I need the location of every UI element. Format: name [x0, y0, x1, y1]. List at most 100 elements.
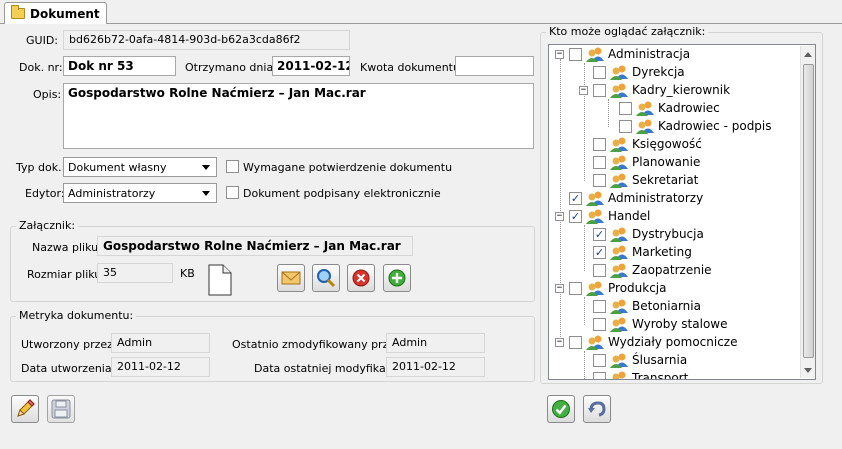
tree-node-produkcja[interactable]: − Produkcja — [555, 279, 667, 297]
tree-checkbox[interactable] — [593, 173, 606, 187]
tree-node-betoniarnia[interactable]: Betoniarnia — [593, 297, 701, 315]
tree-node-administracja[interactable]: − Administracja — [555, 45, 690, 63]
utworzony-value: Admin — [111, 333, 210, 353]
tree-checkbox[interactable] — [593, 65, 606, 79]
collapse-icon[interactable]: − — [555, 49, 564, 59]
nazwa-value: Gospodarstwo Rolne Naćmierz – Jan Mac.ra… — [97, 236, 413, 256]
typ-select[interactable]: Dokument własny — [63, 157, 217, 177]
podpisany-checkbox[interactable] — [226, 186, 239, 199]
tree-node-ksiegowosc[interactable]: Księgowość — [593, 135, 702, 153]
tree-checkbox[interactable]: ✓ — [569, 191, 582, 205]
tree-checkbox[interactable] — [593, 263, 606, 277]
tree-connector — [584, 297, 585, 325]
tree-checkbox[interactable] — [593, 137, 606, 151]
wymagane-label: Wymagane potwierdzenie dokumentu — [243, 161, 453, 174]
tree-checkbox[interactable] — [569, 47, 582, 61]
tab-divider — [0, 23, 842, 24]
tree-node-sekretariat[interactable]: Sekretariat — [593, 171, 698, 189]
magnifier-icon — [317, 269, 336, 288]
scroll-down-icon[interactable] — [804, 368, 812, 373]
tree-checkbox[interactable] — [593, 317, 606, 331]
tree-node-slusarnia[interactable]: Ślusarnia — [593, 351, 687, 369]
collapse-icon[interactable]: − — [555, 337, 564, 347]
tree-checkbox[interactable] — [593, 371, 606, 379]
tree-node-kadry-kierownik[interactable]: − Kadry_kierownik — [579, 81, 730, 99]
undo-button[interactable] — [583, 395, 611, 423]
tree-node-dyrekcja[interactable]: Dyrekcja — [593, 63, 685, 81]
tree-node-planowanie[interactable]: Planowanie — [593, 153, 700, 171]
check-icon — [552, 400, 570, 418]
floppy-icon — [51, 399, 71, 419]
data-mod-value: 2011-02-12 — [386, 357, 485, 377]
tree-node-label: Planowanie — [632, 155, 701, 169]
save-button[interactable] — [47, 395, 75, 423]
tree-node-label: Transport — [632, 371, 689, 380]
plus-icon — [388, 269, 406, 287]
user-group-icon — [610, 299, 628, 314]
confirm-button[interactable] — [547, 395, 575, 423]
user-group-icon — [612, 371, 626, 379]
tree-checkbox[interactable] — [619, 119, 632, 133]
tree-checkbox[interactable]: ✓ — [569, 209, 582, 223]
otrzymano-label: Otrzymano dnia: — [185, 61, 277, 74]
tree-checkbox[interactable] — [593, 353, 606, 367]
tree-checkbox[interactable]: ✓ — [593, 245, 606, 259]
tree-node-label: Betoniarnia — [632, 299, 701, 313]
tree-node-kadrowiec-podpis[interactable]: Kadrowiec - podpis — [619, 117, 772, 135]
tree-node-label: Księgowość — [632, 137, 702, 151]
collapse-icon[interactable]: − — [555, 283, 564, 293]
user-group-icon — [586, 47, 604, 62]
collapse-icon[interactable]: − — [555, 211, 564, 221]
user-group-icon — [610, 137, 628, 152]
collapse-icon[interactable]: − — [579, 85, 588, 95]
tree-node-administratorzy[interactable]: ✓ Administratorzy — [569, 189, 703, 207]
tree-node-label: Marketing — [632, 245, 692, 259]
tree-checkbox[interactable] — [569, 335, 582, 349]
permissions-tree[interactable]: − Administracja Dyrekcja − Kadry_kierown… — [548, 44, 816, 380]
otrzymano-field[interactable]: 2011-02-12 — [272, 56, 350, 76]
edytor-select[interactable]: Administratorzy — [63, 183, 217, 203]
tree-node-wyroby-stalowe[interactable]: Wyroby stalowe — [593, 315, 727, 333]
utworzony-label: Utworzony przez: — [21, 338, 117, 351]
wymagane-checkbox[interactable] — [226, 160, 239, 173]
preview-button[interactable] — [312, 264, 340, 292]
tree-checkbox[interactable] — [593, 299, 606, 313]
tree-scrollbar[interactable] — [800, 46, 815, 378]
delete-button[interactable] — [347, 264, 375, 292]
tree-checkbox[interactable] — [619, 101, 632, 115]
opis-label: Opis: — [33, 88, 62, 101]
tree-node-dystrybucja[interactable]: ✓ Dystrybucja — [593, 225, 704, 243]
tree-connector — [560, 59, 561, 347]
attachment-group-title: Załącznik: — [16, 219, 79, 232]
doknr-field[interactable]: Dok nr 53 — [63, 56, 176, 76]
tree-checkbox[interactable] — [593, 83, 606, 97]
tab-dokument[interactable]: Dokument — [4, 2, 107, 24]
edit-button[interactable] — [11, 395, 39, 423]
tree-checkbox[interactable] — [569, 281, 582, 295]
tree-node-kadrowiec[interactable]: Kadrowiec — [619, 99, 720, 117]
tree-node-wydzialy-pomocnicze[interactable]: − Wydziały pomocnicze — [555, 333, 738, 351]
chevron-down-icon — [202, 164, 210, 170]
edytor-select-value: Administratorzy — [68, 186, 156, 200]
user-group-icon — [636, 119, 654, 134]
user-group-icon — [610, 155, 628, 170]
user-group-icon — [586, 335, 604, 350]
tree-node-label: Kadrowiec - podpis — [658, 119, 772, 133]
zmodyfikowany-value: Admin — [386, 333, 485, 353]
scroll-up-icon[interactable] — [804, 52, 812, 57]
opis-field[interactable]: Gospodarstwo Rolne Naćmierz – Jan Mac.ra… — [63, 83, 534, 149]
add-button[interactable] — [383, 264, 411, 292]
tree-node-zaopatrzenie[interactable]: Zaopatrzenie — [593, 261, 712, 279]
email-button[interactable] — [277, 264, 305, 292]
kwota-field[interactable] — [455, 56, 534, 76]
chevron-down-icon — [202, 190, 210, 196]
tree-node-transport[interactable]: Transport — [593, 369, 689, 380]
user-group-icon — [586, 191, 604, 206]
scrollbar-thumb[interactable] — [803, 64, 814, 358]
tree-node-marketing[interactable]: ✓ Marketing — [593, 243, 692, 261]
metrics-group-title: Metryka dokumentu: — [16, 309, 137, 322]
tree-node-handel[interactable]: − ✓ Handel — [555, 207, 650, 225]
tree-checkbox[interactable]: ✓ — [593, 227, 606, 241]
tree-checkbox[interactable] — [593, 155, 606, 169]
file-icon — [208, 264, 232, 296]
